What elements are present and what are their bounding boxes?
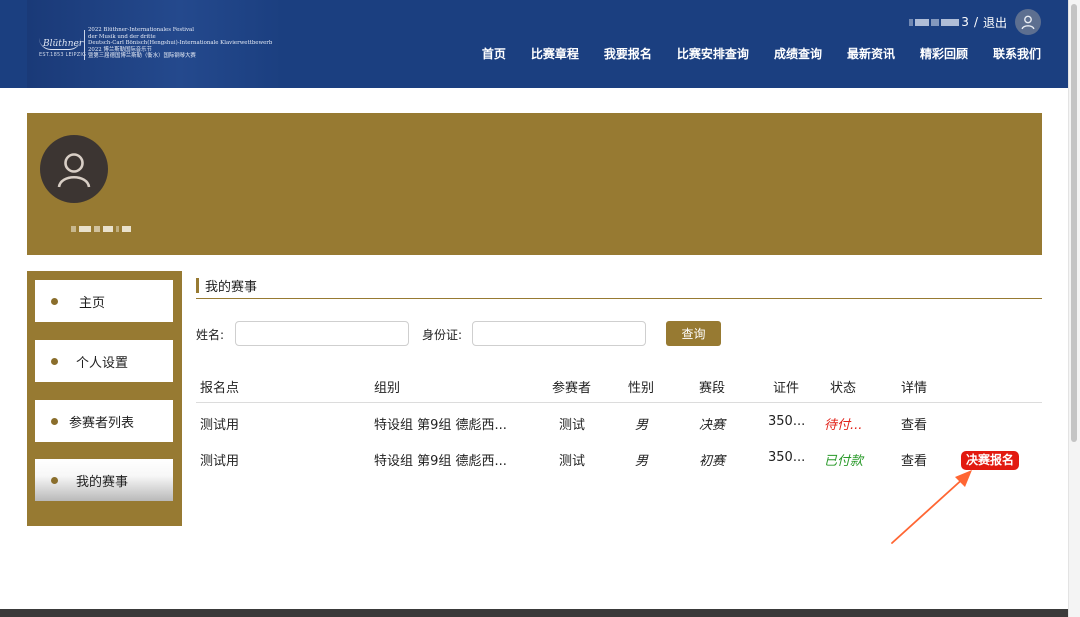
cell-site: 测试用 [200,454,240,469]
query-button[interactable]: 查询 [666,321,721,346]
nav-news[interactable]: 最新资讯 [847,45,895,62]
nav-register[interactable]: 我要报名 [604,45,652,62]
nav-review[interactable]: 精彩回顾 [920,45,968,62]
status-badge: 已付款 [824,454,864,469]
nav-schedule[interactable]: 比赛安排查询 [677,45,749,62]
username-suffix: 3 [961,15,969,29]
logo-text: 2022 Blüthner-Internationales Festival d… [88,27,278,60]
site-footer [0,609,1068,617]
nav-contact[interactable]: 联系我们 [993,45,1041,62]
view-link[interactable]: 查看 [901,414,927,433]
logo-line: 暨第三届德国博兰斯勒（衡水）国际钢琴大赛 [88,53,196,60]
header-site: 报名点 [200,381,240,396]
user-icon [40,135,108,203]
user-icon[interactable] [1015,9,1041,35]
id-label: 身份证: [422,328,463,342]
main-nav: 首页 比赛章程 我要报名 比赛安排查询 成绩查询 最新资讯 精彩回顾 联系我们 [482,45,1041,62]
sidebar-item-label: 个人设置 [76,355,129,371]
dot-icon [51,357,58,365]
cell-site: 测试用 [200,418,240,433]
site-logo[interactable]: Blüthner EST.1853 LEIPZIG 2022 Blüthner-… [27,0,282,88]
sidebar-item-participants[interactable]: 参赛者列表 [35,400,173,442]
arrow-icon [891,470,972,544]
logo-line: 2022 Blüthner-Internationales Festival [88,27,194,33]
cell-stage: 决赛 [699,418,726,433]
header-cert: 证件 [773,381,800,396]
scrollbar-thumb[interactable] [1071,4,1077,442]
sidebar-item-my-events[interactable]: 我的赛事 [35,459,173,501]
section-title: 我的赛事 [196,277,258,295]
user-separator: / [973,15,978,29]
masked-username [909,18,960,26]
dot-icon [51,297,58,305]
cell-group: 特设组 第9组 德彪西... [374,454,507,469]
header-stage: 赛段 [699,381,726,396]
nav-results[interactable]: 成绩查询 [774,45,822,62]
title-bar [196,278,199,293]
name-label: 姓名: [196,328,225,342]
masked-profile-name [71,226,131,232]
cell-cert: 350... [768,414,806,429]
section-divider [196,298,1042,299]
profile-banner [27,113,1042,255]
header-group: 组别 [374,381,401,396]
header-participant: 参赛者 [552,381,592,396]
sidebar-item-label: 参赛者列表 [69,415,135,431]
status-badge: 待付... [824,418,863,433]
name-input[interactable] [235,321,409,346]
header-status: 状态 [830,381,857,396]
table-row: 测试用 特设组 第9组 德彪西... 测试 男 决赛 350... 待付... … [196,411,1042,447]
user-area: 3 / 退出 [909,9,1041,35]
header-gender: 性别 [628,381,655,396]
nav-home[interactable]: 首页 [482,45,506,62]
cell-cert: 350... [768,450,806,465]
header-detail: 详情 [901,381,928,396]
cell-group: 特设组 第9组 德彪西... [374,418,507,433]
dot-icon [51,476,58,484]
logout-link[interactable]: 退出 [983,14,1007,31]
logo-separator [84,30,85,60]
dot-icon [51,417,58,425]
sidebar-item-home[interactable]: 主页 [35,280,173,322]
cell-participant: 测试 [559,454,586,469]
nav-rules[interactable]: 比赛章程 [531,45,579,62]
sidebar: 主页 个人设置 参赛者列表 我的赛事 [27,271,182,526]
cell-participant: 测试 [559,418,586,433]
id-input[interactable] [472,321,646,346]
cell-stage: 初赛 [699,454,726,469]
cell-gender: 男 [635,418,649,433]
page: Blüthner EST.1853 LEIPZIG 2022 Blüthner-… [0,0,1080,617]
sidebar-item-label: 主页 [79,295,106,311]
logo-sub: EST.1853 LEIPZIG [39,52,87,58]
section-title-text: 我的赛事 [205,280,258,295]
profile-avatar-svg [57,153,91,188]
logo-mark-text: Blüthner [43,39,84,49]
table-header: 报名点 组别 参赛者 性别 赛段 证件 状态 详情 [196,371,1042,403]
cell-gender: 男 [635,454,649,469]
user-icon-svg [1021,15,1035,30]
sidebar-item-settings[interactable]: 个人设置 [35,340,173,382]
site-header: Blüthner EST.1853 LEIPZIG 2022 Blüthner-… [0,0,1068,88]
search-form: 姓名: 身份证: 查询 [196,321,1042,346]
logo-line: Deutsch-Carl Bönisch(Hengshui)-Internati… [88,40,273,47]
sidebar-item-label: 我的赛事 [76,474,129,490]
